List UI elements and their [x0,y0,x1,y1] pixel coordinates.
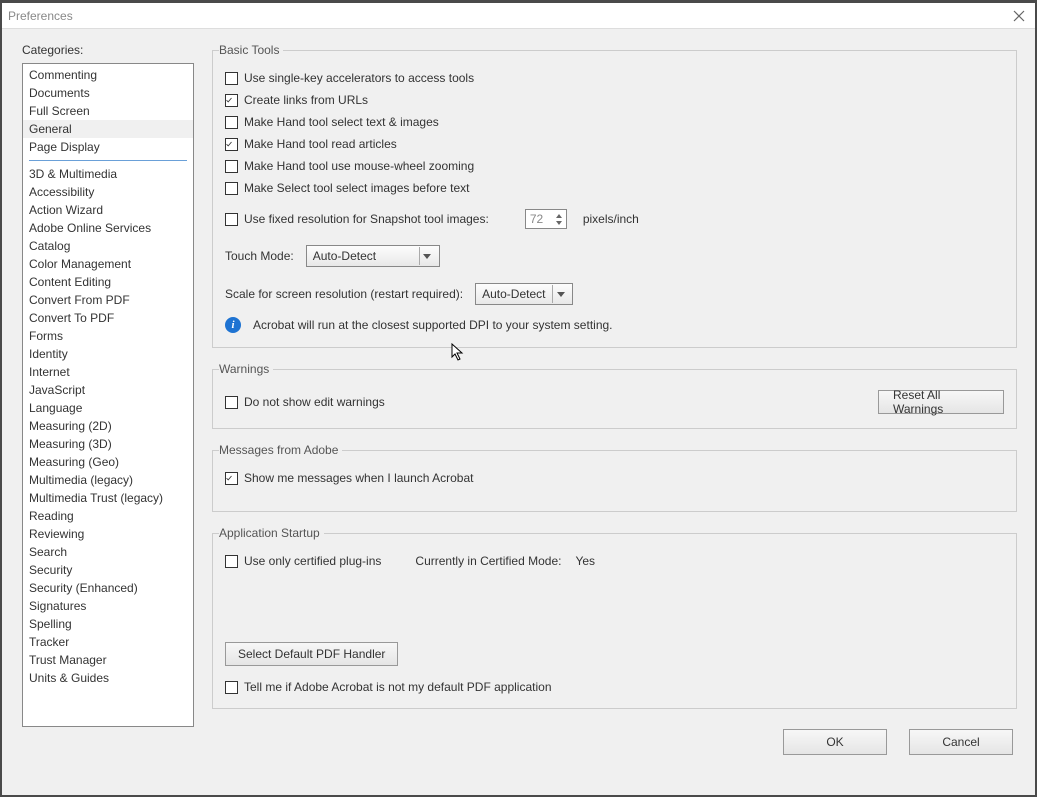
fixed-res-checkbox[interactable] [225,213,238,226]
categories-list[interactable]: Commenting Documents Full Screen General… [22,63,194,727]
cat-item[interactable]: Forms [23,327,193,345]
fixed-res-label: Use fixed resolution for Snapshot tool i… [244,212,489,226]
startup-legend: Application Startup [219,526,324,540]
basic-tools-legend: Basic Tools [219,43,283,57]
content-area: Categories: Commenting Documents Full Sc… [2,29,1035,795]
cat-item[interactable]: Measuring (2D) [23,417,193,435]
info-icon: i [225,317,241,333]
stepper-arrows[interactable] [554,212,564,226]
no-edit-warn-label: Do not show edit warnings [244,395,385,409]
cert-mode-label: Currently in Certified Mode: [415,554,561,568]
no-edit-warn-checkbox[interactable] [225,396,238,409]
create-links-label: Create links from URLs [244,93,368,107]
cat-item[interactable]: Action Wizard [23,201,193,219]
hand-articles-checkbox[interactable] [225,138,238,151]
cat-commenting[interactable]: Commenting [23,66,193,84]
cat-item[interactable]: Spelling [23,615,193,633]
messages-legend: Messages from Adobe [219,443,342,457]
single-key-label: Use single-key accelerators to access to… [244,71,474,85]
cat-item[interactable]: Language [23,399,193,417]
reset-warnings-button[interactable]: Reset All Warnings [878,390,1004,414]
touch-mode-label: Touch Mode: [225,249,294,263]
resolution-stepper[interactable]: 72 [525,209,567,229]
dialog-footer: OK Cancel [212,723,1017,759]
show-messages-label: Show me messages when I launch Acrobat [244,471,473,485]
hand-select-checkbox[interactable] [225,116,238,129]
touch-mode-value: Auto-Detect [313,249,413,263]
cat-full-screen[interactable]: Full Screen [23,102,193,120]
cancel-button[interactable]: Cancel [909,729,1013,755]
cat-documents[interactable]: Documents [23,84,193,102]
chevron-down-icon[interactable] [552,285,568,303]
settings-panel: Basic Tools Use single-key accelerators … [212,43,1017,785]
categories-panel: Categories: Commenting Documents Full Sc… [22,43,194,785]
categories-divider [29,160,187,161]
cat-item[interactable]: Search [23,543,193,561]
cat-item[interactable]: 3D & Multimedia [23,165,193,183]
cat-item[interactable]: Signatures [23,597,193,615]
cat-item[interactable]: Reviewing [23,525,193,543]
warnings-legend: Warnings [219,362,273,376]
cat-item[interactable]: Identity [23,345,193,363]
touch-mode-select[interactable]: Auto-Detect [306,245,440,267]
cat-general[interactable]: General [23,120,193,138]
preferences-window: Preferences Categories: Commenting Docum… [0,0,1037,797]
chevron-up-icon[interactable] [554,212,564,219]
cat-page-display[interactable]: Page Display [23,138,193,156]
hand-select-label: Make Hand tool select text & images [244,115,439,129]
select-images-checkbox[interactable] [225,182,238,195]
create-links-checkbox[interactable] [225,94,238,107]
cat-item[interactable]: Adobe Online Services [23,219,193,237]
cat-item[interactable]: Color Management [23,255,193,273]
scale-select[interactable]: Auto-Detect [475,283,573,305]
cat-item[interactable]: Catalog [23,237,193,255]
chevron-down-icon[interactable] [419,247,435,265]
hand-wheel-checkbox[interactable] [225,160,238,173]
scale-label: Scale for screen resolution (restart req… [225,287,463,301]
scale-value: Auto-Detect [482,287,546,301]
messages-group: Messages from Adobe Show me messages whe… [212,443,1017,512]
cat-item[interactable]: Convert From PDF [23,291,193,309]
categories-label: Categories: [22,43,194,57]
resolution-value: 72 [530,212,554,226]
cat-item[interactable]: Measuring (Geo) [23,453,193,471]
chevron-down-icon[interactable] [554,219,564,226]
cat-item[interactable]: Internet [23,363,193,381]
cat-item[interactable]: Security [23,561,193,579]
cat-item[interactable]: Trust Manager [23,651,193,669]
cat-item[interactable]: JavaScript [23,381,193,399]
tell-default-checkbox[interactable] [225,681,238,694]
select-default-handler-button[interactable]: Select Default PDF Handler [225,642,398,666]
tell-default-label: Tell me if Adobe Acrobat is not my defau… [244,680,552,694]
certified-plugins-checkbox[interactable] [225,555,238,568]
close-icon[interactable] [1011,8,1027,24]
select-images-label: Make Select tool select images before te… [244,181,469,195]
startup-group: Application Startup Use only certified p… [212,526,1017,709]
cat-item[interactable]: Multimedia Trust (legacy) [23,489,193,507]
resolution-unit: pixels/inch [583,212,639,226]
basic-tools-group: Basic Tools Use single-key accelerators … [212,43,1017,348]
cat-item[interactable]: Accessibility [23,183,193,201]
cat-item[interactable]: Security (Enhanced) [23,579,193,597]
cat-item[interactable]: Multimedia (legacy) [23,471,193,489]
hand-articles-label: Make Hand tool read articles [244,137,397,151]
single-key-checkbox[interactable] [225,72,238,85]
titlebar: Preferences [2,3,1035,29]
cursor-icon [451,343,465,364]
ok-button[interactable]: OK [783,729,887,755]
certified-plugins-label: Use only certified plug-ins [244,554,381,568]
warnings-group: Warnings Do not show edit warnings Reset… [212,362,1017,429]
cat-item[interactable]: Content Editing [23,273,193,291]
cert-mode-value: Yes [575,554,595,568]
cat-item[interactable]: Reading [23,507,193,525]
cat-item[interactable]: Measuring (3D) [23,435,193,453]
cat-item[interactable]: Units & Guides [23,669,193,687]
hand-wheel-label: Make Hand tool use mouse-wheel zooming [244,159,474,173]
window-title: Preferences [8,9,73,23]
cat-item[interactable]: Tracker [23,633,193,651]
show-messages-checkbox[interactable] [225,472,238,485]
cat-item[interactable]: Convert To PDF [23,309,193,327]
dpi-info-text: Acrobat will run at the closest supporte… [253,318,613,332]
